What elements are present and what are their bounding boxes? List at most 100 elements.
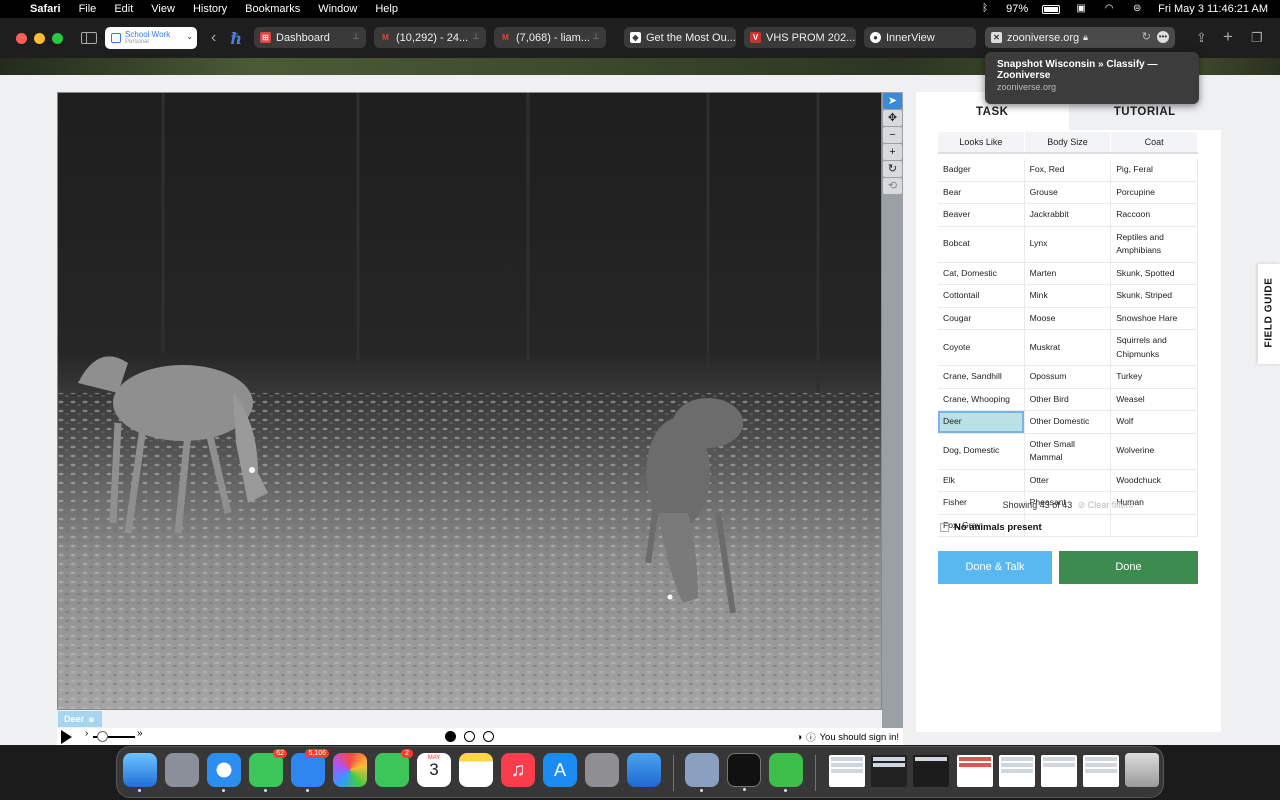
info-icon[interactable]: ⓘ	[806, 730, 816, 744]
species-choice[interactable]: Crane, Sandhill	[938, 366, 1025, 388]
close-window-button[interactable]	[16, 32, 27, 44]
species-choice[interactable]: Grouse	[1025, 181, 1112, 203]
species-choice[interactable]: Wolf	[1111, 411, 1198, 433]
species-choice[interactable]: Other Domestic	[1025, 411, 1112, 433]
species-choice[interactable]: Cougar	[938, 307, 1025, 329]
species-choice[interactable]: Badger	[938, 159, 1025, 181]
tab-overview-icon[interactable]: ❐	[1251, 30, 1263, 46]
trash-icon[interactable]	[1125, 753, 1159, 787]
species-choice[interactable]: Deer	[938, 411, 1025, 433]
species-choice[interactable]: Coyote	[938, 330, 1025, 365]
invert-icon[interactable]: ◑	[796, 732, 802, 743]
minimized-window-icon[interactable]	[871, 755, 907, 787]
no-animals-checkbox[interactable]: No animals present	[940, 522, 1042, 533]
notes-icon[interactable]	[459, 753, 493, 787]
more-icon[interactable]: •••	[1157, 31, 1169, 43]
zoom-out-icon[interactable]: −	[883, 127, 902, 143]
mail-icon[interactable]: 5,106	[291, 749, 329, 792]
species-choice[interactable]: Raccoon	[1111, 204, 1198, 226]
clear-filters-link[interactable]: ⊘ Clear filters	[1078, 500, 1134, 510]
checkbox-box[interactable]	[940, 523, 949, 532]
done-button[interactable]: Done	[1059, 551, 1198, 584]
menu-window[interactable]: Window	[318, 3, 357, 15]
species-choice[interactable]: Moose	[1025, 307, 1112, 329]
wifi-icon[interactable]: ◠	[1102, 4, 1116, 14]
clock[interactable]: Fri May 3 11:46:21 AM	[1158, 3, 1268, 15]
speed-slider-knob[interactable]	[97, 731, 108, 742]
subject-image-viewer[interactable]	[57, 92, 882, 710]
species-choice[interactable]: Pig, Feral	[1111, 159, 1198, 181]
menu-app-name[interactable]: Safari	[30, 3, 61, 15]
species-choice[interactable]: Muskrat	[1025, 330, 1112, 365]
messages-icon[interactable]: 62	[249, 749, 287, 792]
species-choice[interactable]: Skunk, Striped	[1111, 285, 1198, 307]
species-choice[interactable]: Lynx	[1025, 226, 1112, 262]
frame-dot-3[interactable]	[483, 731, 494, 742]
music-icon[interactable]: ♫	[501, 753, 535, 787]
species-choice[interactable]: Bobcat	[938, 226, 1025, 262]
back-icon[interactable]: ‹	[211, 29, 216, 47]
faster-icon[interactable]: »	[137, 728, 143, 739]
user-icon[interactable]: ▣	[1074, 4, 1088, 14]
finder-icon[interactable]	[123, 753, 157, 792]
menu-edit[interactable]: Edit	[114, 3, 133, 15]
species-choice[interactable]: Mink	[1025, 285, 1112, 307]
species-choice[interactable]: Squirrels and Chipmunks	[1111, 330, 1198, 365]
filter-looks-like[interactable]: Looks Like	[938, 132, 1025, 152]
done-and-talk-button[interactable]: Done & Talk	[938, 551, 1052, 584]
preview-icon[interactable]	[685, 753, 719, 792]
bluetooth-icon[interactable]: ᛒ	[978, 4, 992, 14]
species-choice[interactable]: Cat, Domestic	[938, 262, 1025, 284]
menu-history[interactable]: History	[193, 3, 227, 15]
species-choice[interactable]: Porcupine	[1111, 181, 1198, 203]
sidebar-toggle-icon[interactable]	[81, 32, 97, 44]
species-choice[interactable]: Skunk, Spotted	[1111, 262, 1198, 284]
tab-gmail-1[interactable]: M (10,292) - 24... ⊥	[374, 27, 486, 48]
species-choice[interactable]: Opossum	[1025, 366, 1112, 388]
control-center-icon[interactable]: ⊜	[1130, 4, 1144, 14]
activity-monitor-icon[interactable]	[727, 753, 761, 791]
launchpad-icon[interactable]	[165, 753, 199, 787]
species-choice[interactable]: Bear	[938, 181, 1025, 203]
species-choice[interactable]: Jackrabbit	[1025, 204, 1112, 226]
species-choice[interactable]: Marten	[1025, 262, 1112, 284]
share-icon[interactable]: ⇪	[1196, 30, 1207, 46]
play-icon[interactable]	[61, 730, 72, 744]
zoom-window-button[interactable]	[52, 32, 63, 44]
tab-dashboard[interactable]: ⊞ Dashboard ⊥	[254, 27, 366, 48]
minimized-window-icon[interactable]	[999, 755, 1035, 787]
weather-icon[interactable]	[627, 753, 661, 787]
frame-dot-1[interactable]	[445, 731, 456, 742]
tab-gmail-2[interactable]: M (7,068) - liam... ⊥	[494, 27, 606, 48]
species-choice[interactable]: Cottontail	[938, 285, 1025, 307]
rotate-icon[interactable]: ↻	[883, 161, 902, 177]
species-choice[interactable]: Other Bird	[1025, 388, 1112, 410]
species-choice[interactable]: Crane, Whooping	[938, 388, 1025, 410]
menu-bookmarks[interactable]: Bookmarks	[245, 3, 300, 15]
extension-icon[interactable]: ℏ	[230, 29, 242, 48]
new-tab-icon[interactable]: +	[1223, 27, 1233, 47]
zoom-in-icon[interactable]: +	[883, 144, 902, 160]
deer-mark-label[interactable]: Deer ⊗	[58, 711, 102, 727]
species-choice[interactable]: Other Small Mammal	[1025, 433, 1112, 469]
species-choice[interactable]: Otter	[1025, 469, 1112, 491]
minimized-window-icon[interactable]	[1041, 755, 1077, 787]
filter-body-size[interactable]: Body Size	[1025, 132, 1112, 152]
calendar-icon[interactable]: MAY 3	[417, 753, 451, 787]
tab-innerview[interactable]: ● InnerView	[864, 27, 976, 48]
menu-file[interactable]: File	[79, 3, 97, 15]
facetime-icon[interactable]: 2	[375, 749, 413, 787]
minimize-window-button[interactable]	[34, 32, 45, 44]
species-choice[interactable]: Reptiles and Amphibians	[1111, 226, 1198, 262]
frame-dot-2[interactable]	[464, 731, 475, 742]
species-choice[interactable]: Fox, Red	[1025, 159, 1112, 181]
safari-icon[interactable]	[207, 753, 241, 792]
species-choice[interactable]: Wolverine	[1111, 433, 1198, 469]
remove-mark-icon[interactable]: ⊗	[89, 717, 95, 724]
minimized-window-icon[interactable]	[913, 755, 949, 787]
system-settings-icon[interactable]	[585, 753, 619, 787]
move-tool-icon[interactable]: ✥	[883, 110, 902, 126]
minimized-window-icon[interactable]	[1083, 755, 1119, 787]
battery-icon[interactable]	[1042, 4, 1061, 14]
reset-icon[interactable]: ⟲	[883, 178, 902, 194]
